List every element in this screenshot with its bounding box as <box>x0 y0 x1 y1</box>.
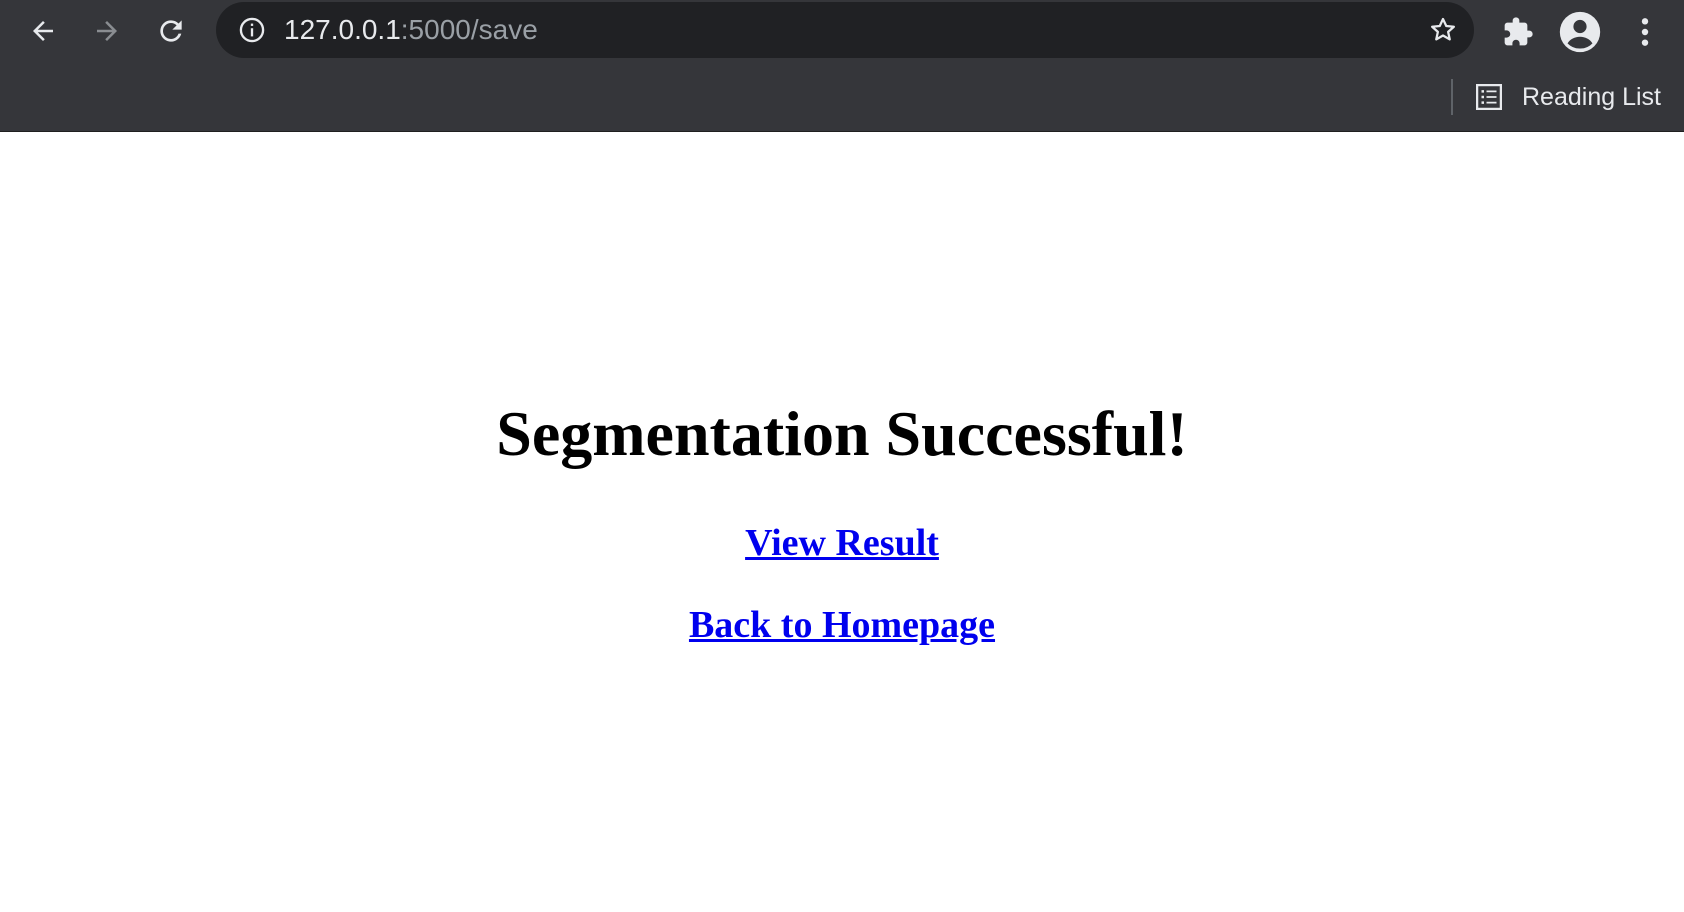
reading-list-button[interactable]: Reading List <box>1474 75 1661 119</box>
back-arrow-icon <box>33 21 53 41</box>
back-to-homepage-link[interactable]: Back to Homepage <box>689 604 995 646</box>
url-path: :5000/save <box>400 14 538 45</box>
profile-button[interactable] <box>1558 10 1602 54</box>
extensions-button[interactable] <box>1496 10 1540 54</box>
star-icon[interactable] <box>1428 15 1458 45</box>
page-content: Segmentation Successful! View Result Bac… <box>0 132 1684 912</box>
reload-button[interactable] <box>150 10 192 52</box>
bookmarks-bar: Reading List <box>0 62 1684 132</box>
browser-toolbar: 127.0.0.1:5000/save <box>0 0 1684 62</box>
back-to-homepage-paragraph: Back to Homepage <box>0 606 1684 644</box>
reading-list-label: Reading List <box>1522 82 1661 111</box>
reading-list-icon <box>1476 84 1502 110</box>
puzzle-icon <box>1504 17 1533 46</box>
browser-menu-button[interactable] <box>1623 10 1667 54</box>
address-bar[interactable]: 127.0.0.1:5000/save <box>216 2 1474 58</box>
info-icon[interactable] <box>238 16 266 44</box>
avatar-icon <box>1559 11 1601 53</box>
url-host: 127.0.0.1 <box>284 14 401 45</box>
view-result-link[interactable]: View Result <box>745 522 939 564</box>
kebab-menu-icon <box>1641 18 1649 46</box>
bookmarks-divider <box>1451 79 1453 115</box>
page-title: Segmentation Successful! <box>496 398 1188 469</box>
back-button[interactable] <box>22 10 64 52</box>
browser-chrome: 127.0.0.1:5000/save Reading List <box>0 0 1684 132</box>
reload-icon <box>160 20 182 42</box>
forward-button[interactable] <box>86 10 128 52</box>
url-text[interactable]: 127.0.0.1:5000/save <box>284 2 538 58</box>
view-result-paragraph: View Result <box>0 524 1684 562</box>
forward-arrow-icon <box>97 21 117 41</box>
